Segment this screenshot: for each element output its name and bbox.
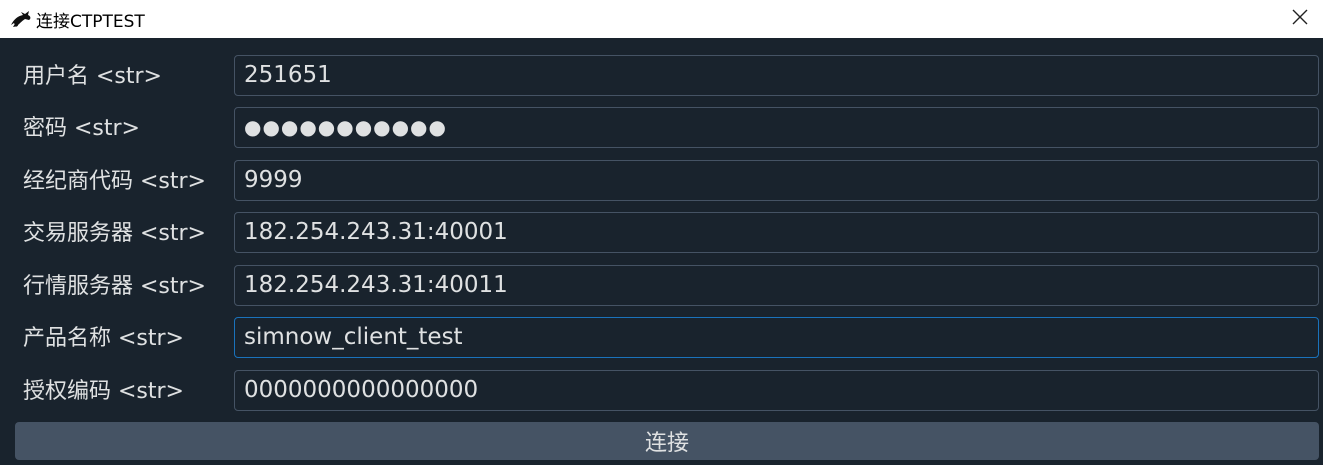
form-row-auth-code: 授权编码 <str> 0000000000000000 xyxy=(0,370,1323,413)
app-logo-icon xyxy=(10,8,32,30)
username-input[interactable]: 251651 xyxy=(234,55,1319,96)
form-row-broker-id: 经纪商代码 <str> 9999 xyxy=(0,160,1323,203)
password-input[interactable]: ●●●●●●●●●●● xyxy=(234,107,1319,148)
form-row-product-name: 产品名称 <str> simnow_client_test xyxy=(0,317,1323,360)
form-row-username: 用户名 <str> 251651 xyxy=(0,55,1323,98)
password-label: 密码 <str> xyxy=(23,116,140,141)
trade-server-label: 交易服务器 <str> xyxy=(23,221,206,246)
form-row-password: 密码 <str> ●●●●●●●●●●● xyxy=(0,107,1323,150)
product-name-input[interactable]: simnow_client_test xyxy=(234,317,1319,358)
trade-server-input[interactable]: 182.254.243.31:40001 xyxy=(234,212,1319,253)
broker-id-input[interactable]: 9999 xyxy=(234,160,1319,201)
close-icon xyxy=(1292,9,1308,29)
product-name-label: 产品名称 <str> xyxy=(23,326,184,351)
close-button[interactable] xyxy=(1277,0,1323,38)
form-row-trade-server: 交易服务器 <str> 182.254.243.31:40001 xyxy=(0,212,1323,255)
market-server-input[interactable]: 182.254.243.31:40011 xyxy=(234,265,1319,306)
connect-button[interactable]: 连接 xyxy=(15,422,1319,460)
market-server-label: 行情服务器 <str> xyxy=(23,274,206,299)
auth-code-input[interactable]: 0000000000000000 xyxy=(234,370,1319,411)
broker-id-label: 经纪商代码 <str> xyxy=(23,169,206,194)
form-row-market-server: 行情服务器 <str> 182.254.243.31:40011 xyxy=(0,265,1323,308)
auth-code-label: 授权编码 <str> xyxy=(23,379,184,404)
window-title: 连接CTPTEST xyxy=(36,11,145,32)
title-bar: 连接CTPTEST xyxy=(0,0,1323,38)
connect-dialog: 连接CTPTEST 用户名 <str> 251651 密码 <str> ●●●●… xyxy=(0,0,1323,465)
username-label: 用户名 <str> xyxy=(23,64,162,89)
